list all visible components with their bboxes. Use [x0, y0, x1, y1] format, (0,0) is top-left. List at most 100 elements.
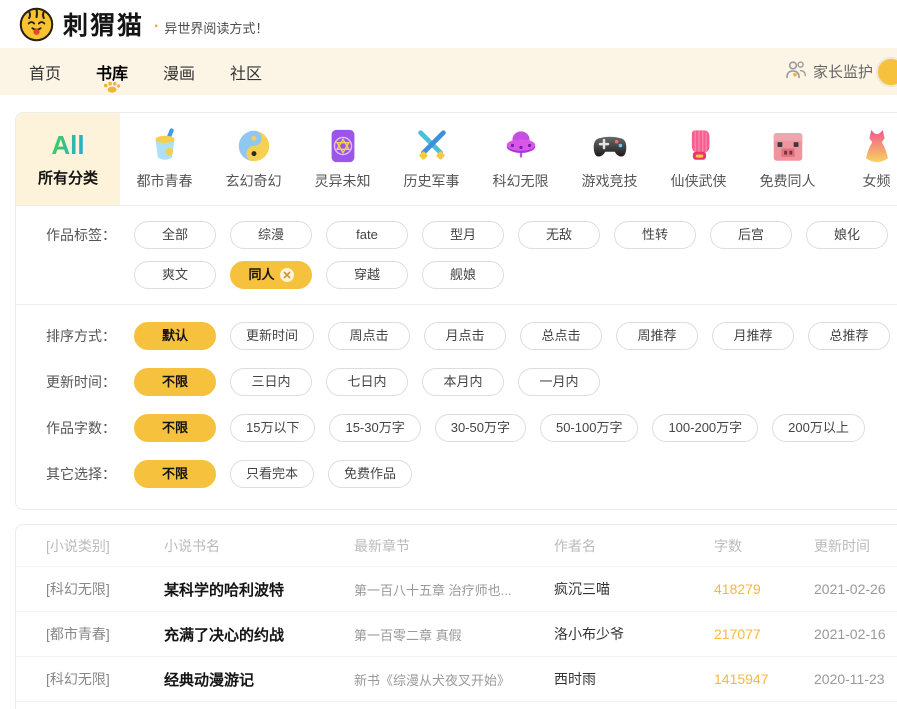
- category-label: 历史军事: [404, 171, 460, 191]
- avatar[interactable]: [876, 57, 897, 87]
- author-name[interactable]: 洛小布少爷: [554, 624, 714, 644]
- nav-item-社区[interactable]: 社区: [226, 48, 266, 95]
- filter-option-不限[interactable]: 不限: [134, 460, 216, 488]
- filter-option-不限[interactable]: 不限: [134, 414, 216, 442]
- filter-option-label: 周推荐: [638, 323, 677, 349]
- filter-option-更新时间[interactable]: 更新时间: [230, 322, 314, 350]
- filter-option-label: 三日内: [251, 369, 290, 395]
- word-count: 418279: [714, 581, 814, 597]
- filter-option-无敌[interactable]: 无敌: [518, 221, 600, 249]
- filter-option-三日内[interactable]: 三日内: [230, 368, 312, 396]
- category-label: 游戏竞技: [582, 171, 638, 191]
- filter-option-免费作品[interactable]: 免费作品: [328, 460, 412, 488]
- cat-logo-icon[interactable]: [18, 6, 55, 43]
- filter-option-默认[interactable]: 默认: [134, 322, 216, 350]
- filter-option-娘化[interactable]: 娘化: [806, 221, 888, 249]
- filter-option-周推荐[interactable]: 周推荐: [616, 322, 698, 350]
- filter-option-50-100万字[interactable]: 50-100万字: [540, 414, 638, 442]
- category-label: 免费同人: [760, 171, 816, 191]
- filter-option-label: 综漫: [258, 222, 284, 248]
- filter-option-100-200万字[interactable]: 100-200万字: [652, 414, 758, 442]
- category-免费同人[interactable]: 免费同人: [743, 113, 832, 205]
- filter-option-后宫[interactable]: 后宫: [710, 221, 792, 249]
- filter-label-update-time: 更新时间：: [16, 368, 134, 396]
- filter-option-总推荐[interactable]: 总推荐: [808, 322, 890, 350]
- category-历史军事[interactable]: 历史军事: [387, 113, 476, 205]
- filter-option-性转[interactable]: 性转: [614, 221, 696, 249]
- parental-icon: [785, 60, 807, 84]
- category-仙侠武侠[interactable]: 仙侠武侠: [654, 113, 743, 205]
- filter-option-一月内[interactable]: 一月内: [518, 368, 600, 396]
- table-row: [科幻无限]某科学的哈利波特第一百八十五章 治疗师也...疯沉三喵4182792…: [16, 566, 897, 611]
- filter-option-七日内[interactable]: 七日内: [326, 368, 408, 396]
- latest-chapter-link[interactable]: 第一百八十五章 治疗师也...: [354, 580, 554, 599]
- filter-option-label: 本月内: [443, 369, 482, 395]
- filter-option-本月内[interactable]: 本月内: [422, 368, 504, 396]
- filter-option-只看完本[interactable]: 只看完本: [230, 460, 314, 488]
- book-table: [小说类别]小说书名最新章节作者名字数更新时间 [科幻无限]某科学的哈利波特第一…: [15, 524, 897, 709]
- filter-option-label: 15万以下: [246, 415, 299, 441]
- category-科幻无限[interactable]: 科幻无限: [476, 113, 565, 205]
- author-name[interactable]: 西时雨: [554, 669, 714, 689]
- filter-option-fate[interactable]: fate: [326, 221, 408, 249]
- filter-option-label: 50-100万字: [556, 415, 622, 441]
- category-玄幻奇幻[interactable]: 玄幻奇幻: [209, 113, 298, 205]
- latest-chapter-link[interactable]: 新书《综漫从犬夜叉开始》: [354, 670, 554, 689]
- filter-option-15-30万字[interactable]: 15-30万字: [329, 414, 420, 442]
- category-items: 都市青春玄幻奇幻灵异未知历史军事科幻无限游戏竞技仙侠武侠免费同人女频: [120, 113, 897, 205]
- filter-option-label: 30-50万字: [451, 415, 510, 441]
- filter-option-label: fate: [356, 222, 378, 248]
- filter-option-穿越[interactable]: 穿越: [326, 261, 408, 289]
- filter-option-月点击[interactable]: 月点击: [424, 322, 506, 350]
- filter-option-label: 周点击: [350, 323, 389, 349]
- book-title[interactable]: 经典动漫游记: [164, 669, 354, 690]
- filter-option-爽文[interactable]: 爽文: [134, 261, 216, 289]
- category-女频[interactable]: 女频: [832, 113, 897, 205]
- category-灵异未知[interactable]: 灵异未知: [298, 113, 387, 205]
- word-count: 1415947: [714, 671, 814, 687]
- tarot-card-icon: [324, 127, 362, 165]
- pig-icon: [769, 127, 807, 165]
- table-header-0: [小说类别]: [46, 536, 164, 556]
- category-都市青春[interactable]: 都市青春: [120, 113, 209, 205]
- category-游戏竞技[interactable]: 游戏竞技: [565, 113, 654, 205]
- filter-option-型月[interactable]: 型月: [422, 221, 504, 249]
- filter-option-同人[interactable]: 同人: [230, 261, 312, 289]
- book-category: [科幻无限]: [46, 579, 164, 599]
- filter-option-综漫[interactable]: 综漫: [230, 221, 312, 249]
- nav-item-label: 社区: [230, 60, 262, 84]
- filter-option-label: 月点击: [446, 323, 485, 349]
- filter-option-label: 七日内: [347, 369, 386, 395]
- brand-name[interactable]: 刺猬猫: [63, 6, 144, 42]
- filter-option-不限[interactable]: 不限: [134, 368, 216, 396]
- remove-tag-icon[interactable]: [280, 268, 294, 282]
- category-all-title: All: [51, 130, 84, 161]
- book-title[interactable]: 某科学的哈利波特: [164, 579, 354, 600]
- filter-section-sorts: 排序方式：默认更新时间周点击月点击总点击周推荐月推荐总推荐更新时间：不限三日内七…: [16, 305, 897, 509]
- filter-row-tags: 作品标签：全部综漫fate型月无敌性转后宫娘化爽文同人穿越舰娘: [16, 212, 897, 298]
- filter-option-label: 总推荐: [830, 323, 869, 349]
- parental-control-button[interactable]: 家长监护: [785, 60, 873, 84]
- filter-option-label: 100-200万字: [668, 415, 742, 441]
- filter-options-other: 不限只看完本免费作品: [134, 460, 412, 488]
- author-name[interactable]: 疯沉三喵: [554, 579, 714, 599]
- filter-option-30-50万字[interactable]: 30-50万字: [435, 414, 526, 442]
- filter-option-月推荐[interactable]: 月推荐: [712, 322, 794, 350]
- filter-option-label: 同人: [248, 262, 274, 288]
- filter-option-全部[interactable]: 全部: [134, 221, 216, 249]
- nav-item-漫画[interactable]: 漫画: [159, 48, 199, 95]
- book-category: [科幻无限]: [46, 669, 164, 689]
- table-header-4: 字数: [714, 536, 814, 556]
- nav-item-书库[interactable]: 书库: [92, 48, 132, 95]
- filter-option-周点击[interactable]: 周点击: [328, 322, 410, 350]
- latest-chapter-link[interactable]: 第一百零二章 真假: [354, 625, 554, 644]
- category-all[interactable]: All 所有分类: [16, 113, 120, 205]
- nav-item-首页[interactable]: 首页: [25, 48, 65, 95]
- filter-option-15万以下[interactable]: 15万以下: [230, 414, 315, 442]
- filter-option-舰娘[interactable]: 舰娘: [422, 261, 504, 289]
- filter-option-label: 型月: [450, 222, 476, 248]
- filter-option-label: 后宫: [738, 222, 764, 248]
- filter-option-总点击[interactable]: 总点击: [520, 322, 602, 350]
- book-title[interactable]: 充满了决心的约战: [164, 624, 354, 645]
- filter-option-200万以上[interactable]: 200万以上: [772, 414, 865, 442]
